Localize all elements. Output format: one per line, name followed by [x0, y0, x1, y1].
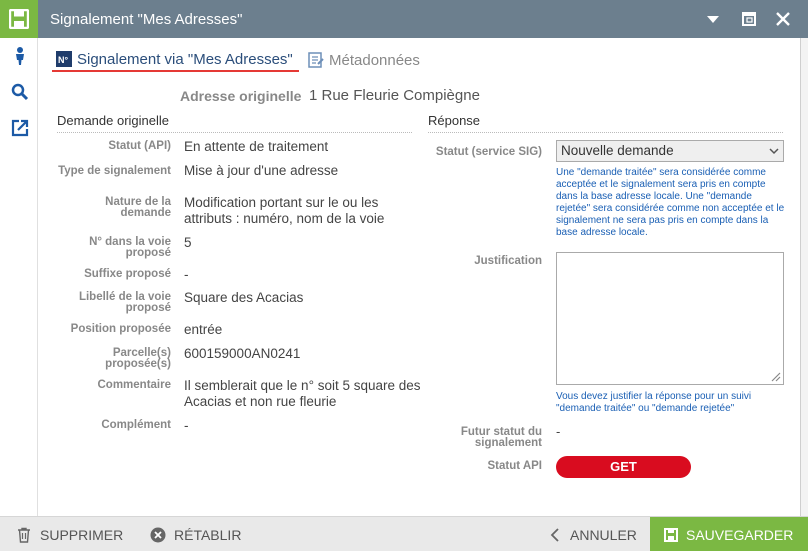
person-icon[interactable]	[10, 46, 30, 66]
field-label-statut-api: Statut (API)	[108, 140, 171, 152]
justification-help: Vous devez justifier la réponse pour un …	[556, 391, 752, 414]
futur-statut-label: Futur statut du signalement	[460, 426, 542, 449]
restore-button[interactable]: RÉTABLIR	[150, 517, 241, 551]
chevron-down-icon[interactable]	[703, 9, 723, 29]
field-value-complement: -	[184, 418, 189, 433]
section-reponse-title: Réponse	[428, 113, 783, 133]
field-label-type: Type de signalement	[58, 165, 171, 177]
field-label-libelle: Libellé de la voie proposé	[78, 291, 171, 314]
statut-api-label: Statut API	[487, 460, 542, 472]
delete-label: SUPPRIMER	[40, 526, 124, 543]
field-value-suffixe: -	[184, 267, 189, 282]
save-icon	[0, 0, 38, 38]
window-titlebar: Signalement "Mes Adresses"	[0, 0, 808, 38]
statut-sig-value: Nouvelle demande	[561, 143, 674, 158]
tab-metadonnees-label: Métadonnées	[329, 51, 420, 69]
statut-sig-select[interactable]: Nouvelle demande	[556, 140, 784, 162]
restore-label: RÉTABLIR	[174, 526, 242, 543]
get-button[interactable]: GET	[556, 456, 691, 478]
cancel-button[interactable]: ANNULER	[548, 517, 637, 551]
field-value-position: entrée	[184, 322, 223, 337]
save-icon	[664, 527, 678, 542]
field-label-position: Position proposée	[70, 323, 171, 335]
tab-metadonnees-icon	[308, 52, 324, 68]
address-label: Adresse originelle	[180, 88, 302, 104]
field-value-commentaire: Il semblerait que le n° soit 5 square de…	[184, 378, 421, 409]
field-value-numero: 5	[184, 235, 192, 250]
chevron-down-icon	[769, 148, 779, 155]
tab-signalement-icon: N°	[56, 51, 72, 67]
field-value-type: Mise à jour d'une adresse	[184, 163, 339, 178]
cancel-circle-icon	[150, 527, 166, 542]
svg-text:N°: N°	[58, 55, 68, 65]
chevron-left-icon	[550, 527, 559, 542]
trash-icon	[18, 527, 30, 543]
tab-signalement-label: Signalement via "Mes Adresses"	[77, 50, 293, 68]
field-label-numero: N° dans la voie proposé	[89, 236, 171, 259]
tab-metadonnees[interactable]: Métadonnées	[304, 48, 420, 72]
statut-sig-help: Une "demande traitée" sera considérée co…	[556, 167, 785, 238]
field-label-parcelle: Parcelle(s) proposée(s)	[105, 347, 171, 370]
window-title: Signalement "Mes Adresses"	[50, 11, 243, 28]
address-value: 1 Rue Fleurie Compiègne	[309, 87, 480, 104]
left-toolbar	[0, 38, 38, 516]
statut-sig-label: Statut (service SIG)	[435, 146, 542, 158]
tab-signalement[interactable]: N° Signalement via "Mes Adresses"	[52, 48, 299, 72]
save-button[interactable]: SAUVEGARDER	[650, 517, 808, 551]
map-edge	[800, 38, 808, 516]
resize-grip-icon[interactable]	[769, 370, 781, 382]
maximize-icon[interactable]	[739, 9, 759, 29]
field-value-statut-api: En attente de traitement	[184, 139, 329, 154]
field-value-parcelle: 600159000AN0241	[184, 346, 301, 361]
field-label-complement: Complément	[101, 419, 171, 431]
field-value-nature: Modification portant sur le ou les attri…	[184, 195, 385, 226]
cancel-label: ANNULER	[570, 526, 637, 543]
delete-button[interactable]: SUPPRIMER	[16, 517, 123, 551]
field-label-suffixe: Suffixe proposé	[84, 268, 171, 280]
field-label-nature: Nature de la demande	[105, 196, 171, 219]
section-demande-title: Demande originelle	[57, 113, 412, 133]
external-link-icon[interactable]	[10, 118, 30, 138]
justification-textarea[interactable]	[556, 252, 784, 385]
close-icon[interactable]	[773, 9, 793, 29]
futur-statut-value: -	[556, 424, 561, 439]
justification-label: Justification	[474, 255, 542, 267]
field-value-libelle: Square des Acacias	[184, 290, 304, 305]
field-label-commentaire: Commentaire	[97, 379, 172, 391]
footer-toolbar: SUPPRIMER RÉTABLIR ANNULER SAUVEGARDER	[0, 516, 808, 551]
save-label: SAUVEGARDER	[686, 526, 794, 543]
search-icon[interactable]	[10, 82, 30, 102]
